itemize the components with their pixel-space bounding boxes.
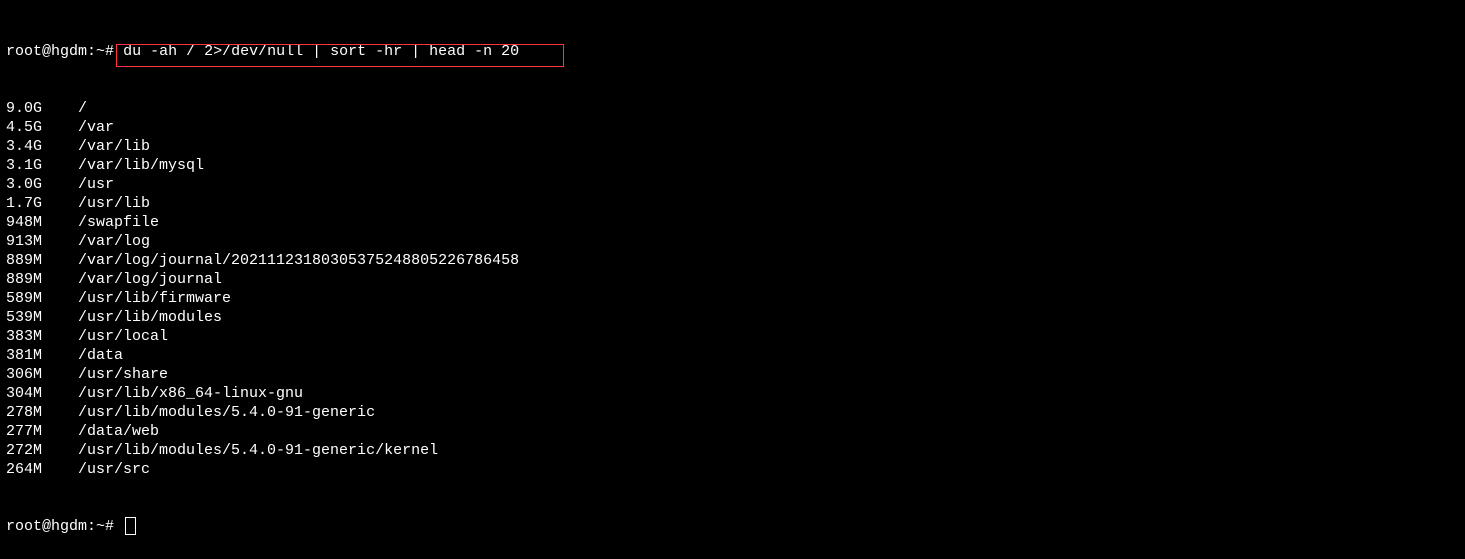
file-path: /usr/lib/modules/5.4.0-91-generic/kernel (78, 442, 438, 459)
file-path: /usr/lib/modules/5.4.0-91-generic (78, 404, 375, 421)
file-size: 9.0G (6, 100, 78, 117)
prompt-separator: : (87, 43, 96, 60)
output-row: 278M /usr/lib/modules/5.4.0-91-generic (6, 403, 1459, 422)
output-row: 304M /usr/lib/x86_64-linux-gnu (6, 384, 1459, 403)
file-path: /data/web (78, 423, 159, 440)
prompt-cwd: ~ (96, 518, 105, 535)
file-size: 304M (6, 385, 78, 402)
file-size: 272M (6, 442, 78, 459)
output-row: 889M /var/log/journal (6, 270, 1459, 289)
file-size: 277M (6, 423, 78, 440)
file-size: 889M (6, 271, 78, 288)
output-row: 264M /usr/src (6, 460, 1459, 479)
file-path: /var/lib/mysql (78, 157, 204, 174)
output-row: 948M /swapfile (6, 213, 1459, 232)
file-path: /var/log (78, 233, 150, 250)
file-size: 913M (6, 233, 78, 250)
file-size: 889M (6, 252, 78, 269)
file-path: /usr (78, 176, 114, 193)
file-size: 381M (6, 347, 78, 364)
output-row: 277M /data/web (6, 422, 1459, 441)
prompt-user-host: root@hgdm (6, 43, 87, 60)
output-row: 539M /usr/lib/modules (6, 308, 1459, 327)
command-text: du -ah / 2>/dev/null | sort -hr | head -… (123, 43, 519, 60)
file-path: /swapfile (78, 214, 159, 231)
file-size: 383M (6, 328, 78, 345)
file-path: /usr/lib/modules (78, 309, 222, 326)
file-path: /var/log/journal (78, 271, 222, 288)
file-path: /usr/lib/firmware (78, 290, 231, 307)
file-size: 589M (6, 290, 78, 307)
file-size: 264M (6, 461, 78, 478)
output-row: 383M /usr/local (6, 327, 1459, 346)
file-size: 1.7G (6, 195, 78, 212)
file-size: 278M (6, 404, 78, 421)
prompt-separator: : (87, 518, 96, 535)
file-size: 306M (6, 366, 78, 383)
file-path: /usr/local (78, 328, 168, 345)
prompt-cwd: ~ (96, 43, 105, 60)
file-size: 539M (6, 309, 78, 326)
output-row: 306M /usr/share (6, 365, 1459, 384)
terminal-window[interactable]: root@hgdm:~# du -ah / 2>/dev/null | sort… (0, 0, 1465, 559)
command-line: root@hgdm:~# du -ah / 2>/dev/null | sort… (6, 42, 1459, 61)
output-row: 913M /var/log (6, 232, 1459, 251)
file-size: 3.0G (6, 176, 78, 193)
file-path: / (78, 100, 87, 117)
prompt-user-host: root@hgdm (6, 518, 87, 535)
file-path: /usr/src (78, 461, 150, 478)
file-size: 3.4G (6, 138, 78, 155)
output-row: 889M /var/log/journal/202111231803053752… (6, 251, 1459, 270)
file-path: /var/lib (78, 138, 150, 155)
output-row: 381M /data (6, 346, 1459, 365)
file-path: /var (78, 119, 114, 136)
file-size: 4.5G (6, 119, 78, 136)
file-size: 948M (6, 214, 78, 231)
file-path: /usr/lib (78, 195, 150, 212)
output-row: 3.4G /var/lib (6, 137, 1459, 156)
output-row: 3.1G /var/lib/mysql (6, 156, 1459, 175)
next-prompt-line: root@hgdm:~# (6, 517, 1459, 536)
file-size: 3.1G (6, 157, 78, 174)
prompt-symbol: # (105, 518, 114, 535)
file-path: /data (78, 347, 123, 364)
output-row: 1.7G /usr/lib (6, 194, 1459, 213)
cursor-icon (125, 517, 136, 535)
output-row: 589M /usr/lib/firmware (6, 289, 1459, 308)
file-path: /usr/share (78, 366, 168, 383)
output-row: 272M /usr/lib/modules/5.4.0-91-generic/k… (6, 441, 1459, 460)
file-path: /var/log/journal/20211123180305375248805… (78, 252, 519, 269)
output-row: 3.0G /usr (6, 175, 1459, 194)
command-output: 9.0G /4.5G /var3.4G /var/lib3.1G /var/li… (6, 99, 1459, 479)
output-row: 9.0G / (6, 99, 1459, 118)
prompt-symbol: # (105, 43, 114, 60)
file-path: /usr/lib/x86_64-linux-gnu (78, 385, 303, 402)
output-row: 4.5G /var (6, 118, 1459, 137)
